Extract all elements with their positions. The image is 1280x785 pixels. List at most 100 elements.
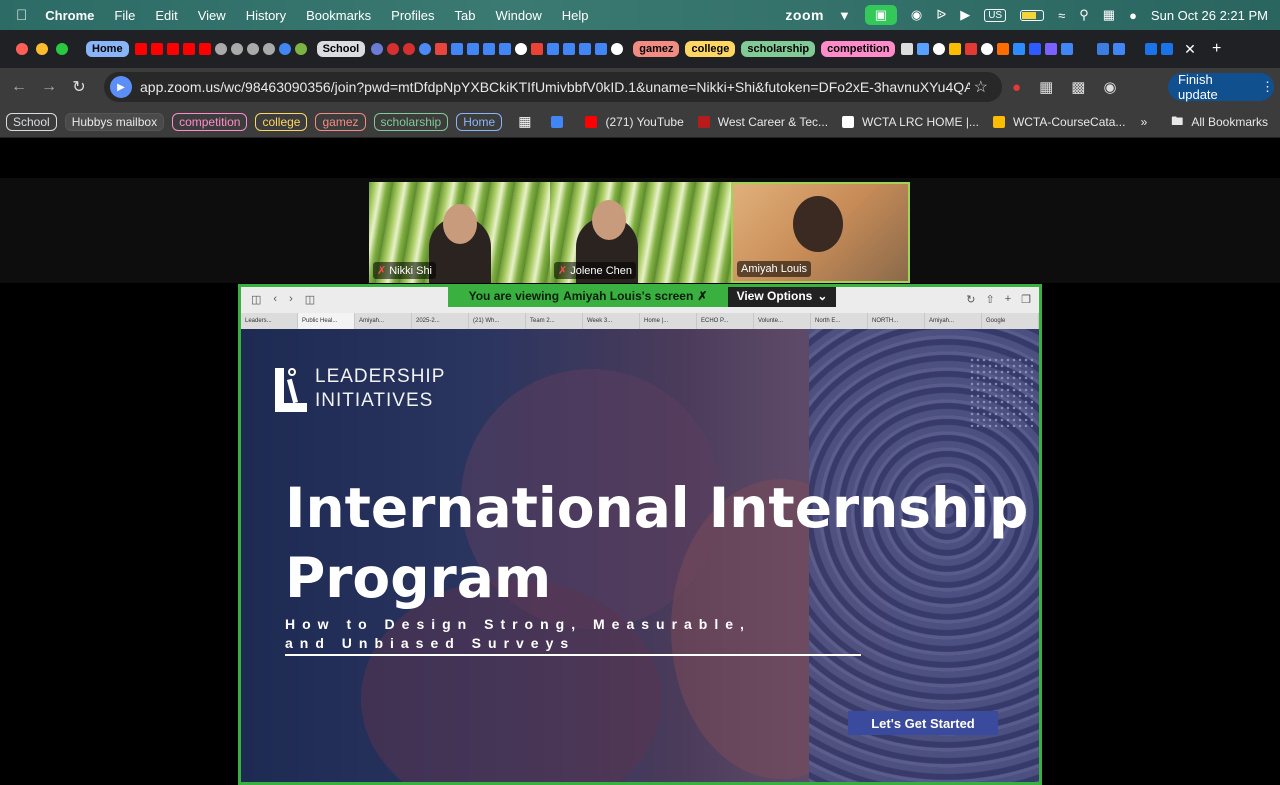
macos-menubar:  Chrome File Edit View History Bookmark… bbox=[0, 0, 1280, 30]
docs-icon bbox=[451, 43, 464, 55]
bookmark-wcta-lrc[interactable]: WCTA LRC HOME |... bbox=[842, 115, 979, 129]
menu-view[interactable]: View bbox=[198, 8, 226, 23]
bookmark-label: West Career & Tec... bbox=[717, 114, 829, 129]
menu-history[interactable]: History bbox=[246, 8, 286, 23]
bluetooth-icon[interactable]: ᐉ bbox=[936, 7, 946, 23]
participant-video-jolene[interactable]: ✗ Jolene Chen bbox=[550, 182, 731, 283]
chevron-more-icon[interactable]: » bbox=[1141, 115, 1148, 129]
battery-icon[interactable] bbox=[1020, 9, 1045, 21]
play-icon[interactable]: ▶ bbox=[960, 7, 970, 23]
vpn-icon[interactable]: ▼ bbox=[838, 8, 851, 23]
shared-tab-label: ECHO P... bbox=[701, 318, 729, 324]
bookmark-folder-competition[interactable]: competition bbox=[172, 112, 248, 131]
zoom-status-item[interactable]: zoom bbox=[785, 7, 824, 23]
docs-icon bbox=[499, 43, 512, 55]
window-controls bbox=[16, 43, 68, 55]
all-bookmarks[interactable]: » 🖿 All Bookmarks bbox=[1141, 106, 1268, 138]
forward-button[interactable]: → bbox=[34, 78, 64, 96]
tab-icon bbox=[1013, 43, 1026, 55]
pinned-tabs-youtube[interactable] bbox=[134, 43, 311, 55]
back-button[interactable]: ← bbox=[4, 78, 34, 96]
tab-group-college[interactable]: college bbox=[685, 41, 736, 57]
tab-group-home[interactable]: Home bbox=[86, 41, 129, 57]
zoom-window-button[interactable] bbox=[56, 43, 68, 55]
tab-icon bbox=[901, 43, 914, 55]
site-info-icon[interactable]: ▶ bbox=[110, 76, 132, 98]
menu-window[interactable]: Window bbox=[496, 8, 542, 23]
participant-face bbox=[592, 200, 626, 240]
bookmark-folder-college[interactable]: college bbox=[255, 112, 308, 131]
finish-update-button[interactable]: Finish update ⋮ bbox=[1168, 72, 1274, 102]
apps-grid-icon[interactable]: ▦ bbox=[518, 113, 531, 130]
shared-tab-label: Leaders... bbox=[245, 318, 272, 324]
reload-icon: ↻ bbox=[966, 294, 976, 306]
menu-file[interactable]: File bbox=[114, 8, 135, 23]
menu-tab[interactable]: Tab bbox=[455, 8, 476, 23]
muted-mic-icon: ✗ bbox=[697, 289, 708, 303]
school-logo-icon bbox=[697, 115, 710, 128]
close-tab-icon[interactable]: ✕ bbox=[1180, 30, 1200, 68]
menu-bookmarks[interactable]: Bookmarks bbox=[306, 8, 371, 23]
menu-profiles[interactable]: Profiles bbox=[391, 8, 434, 23]
apple-menu-icon[interactable]:  bbox=[16, 7, 27, 24]
tab-group-school[interactable]: School bbox=[316, 41, 366, 57]
bookmark-folder-gamez[interactable]: gamez bbox=[315, 112, 366, 131]
subtitle-underline bbox=[285, 654, 861, 656]
tab-group-competition[interactable]: competition bbox=[821, 41, 896, 57]
bookmark-folder-hubbys-mailbox[interactable]: Hubbys mailbox bbox=[64, 112, 165, 131]
bookmark-youtube[interactable]: (271) YouTube bbox=[585, 115, 684, 129]
wifi-icon[interactable]: ≈ bbox=[1058, 8, 1065, 23]
finish-update-label: Finish update bbox=[1178, 72, 1218, 102]
lets-get-started-button[interactable]: Let's Get Started bbox=[848, 711, 998, 735]
tab-group-gamez[interactable]: gamez bbox=[633, 41, 680, 57]
participant-video-amiyah[interactable]: Amiyah Louis bbox=[731, 182, 910, 283]
bookmark-west-career[interactable]: West Career & Tec... bbox=[697, 114, 829, 129]
bookmark-star-icon[interactable]: ☆ bbox=[974, 77, 988, 97]
tab-search-icon[interactable]: ▩ bbox=[1071, 78, 1085, 96]
toolbar: ← → ↻ ▶ app.zoom.us/wc/98463090356/join?… bbox=[0, 68, 1280, 106]
tab-icon bbox=[1145, 43, 1158, 55]
participant-name: Nikki Shi bbox=[389, 264, 433, 277]
bookmark-wcta-course[interactable]: WCTA-CourseCata... bbox=[992, 115, 1125, 129]
misc-tabs[interactable] bbox=[901, 43, 1077, 55]
zoom-icon bbox=[419, 43, 432, 55]
menu-help[interactable]: Help bbox=[562, 8, 589, 23]
minimize-window-button[interactable] bbox=[36, 43, 48, 55]
youtube-icon bbox=[198, 43, 211, 55]
bookmark-docs[interactable] bbox=[551, 115, 571, 128]
extensions-puzzle-icon[interactable]: ▦ bbox=[1039, 78, 1053, 96]
menu-app-name[interactable]: Chrome bbox=[45, 8, 94, 23]
close-window-button[interactable] bbox=[16, 43, 28, 55]
new-tab-button[interactable]: + bbox=[1212, 40, 1221, 58]
menubar-clock[interactable]: Sun Oct 26 2:21 PM bbox=[1151, 8, 1268, 23]
extension-icon[interactable]: ● bbox=[1012, 79, 1021, 96]
shared-browser-tabs: Leaders... Public Heal... Amiyah... 2025… bbox=[241, 313, 1039, 329]
bookmark-folder-home[interactable]: Home bbox=[456, 112, 503, 131]
viewing-prefix: You are viewing bbox=[468, 289, 560, 303]
participant-video-nikki[interactable]: ✗ Nikki Shi bbox=[369, 182, 550, 283]
camera-in-use-icon[interactable]: ▣ bbox=[864, 5, 897, 25]
google-icon bbox=[515, 43, 528, 55]
viewing-name: Amiyah Louis's screen bbox=[563, 289, 694, 303]
spotlight-icon[interactable]: ⚲ bbox=[1079, 7, 1089, 23]
siri-icon[interactable]: ● bbox=[1129, 8, 1137, 23]
bookmark-folder-school[interactable]: School bbox=[6, 112, 57, 131]
shared-tab: Week 3... bbox=[583, 313, 640, 329]
tab-group-scholarship[interactable]: scholarship bbox=[741, 41, 816, 57]
view-options-button[interactable]: View Options ⌄ bbox=[728, 287, 836, 307]
school-tabs[interactable] bbox=[371, 43, 627, 55]
url-text[interactable]: app.zoom.us/wc/98463090356/join?pwd=mtDf… bbox=[140, 79, 970, 95]
reload-button[interactable]: ↻ bbox=[64, 77, 94, 97]
profile-avatar[interactable]: ◉ bbox=[1103, 78, 1116, 96]
bookmark-folder-scholarship[interactable]: scholarship bbox=[373, 112, 449, 131]
misc-tabs-2[interactable] bbox=[1097, 43, 1177, 55]
menu-edit[interactable]: Edit bbox=[155, 8, 177, 23]
shared-tab: 2025-2... bbox=[412, 313, 469, 329]
address-bar[interactable]: ▶ app.zoom.us/wc/98463090356/join?pwd=mt… bbox=[104, 72, 1002, 102]
logo-text-line1: LEADERSHIP bbox=[315, 366, 446, 387]
tab-icon bbox=[1161, 43, 1174, 55]
globe-icon bbox=[246, 43, 259, 55]
input-source[interactable]: US bbox=[984, 8, 1007, 22]
rewind-icon[interactable]: ◉ bbox=[911, 7, 922, 23]
control-center-icon[interactable]: ▦ bbox=[1103, 7, 1115, 23]
